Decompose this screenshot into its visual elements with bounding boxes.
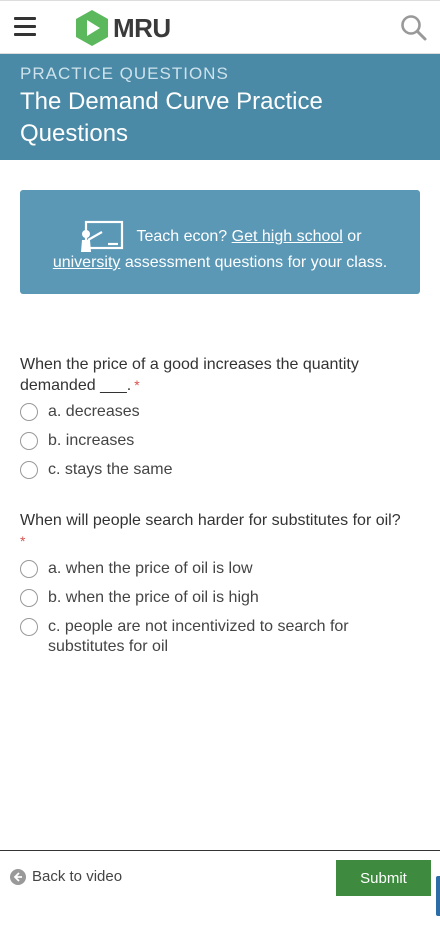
high-school-link[interactable]: Get high school: [232, 228, 343, 246]
edge-widget-tab[interactable]: [436, 876, 440, 916]
option-label: c. people are not incentivized to search…: [48, 618, 349, 655]
radio-button[interactable]: [20, 432, 38, 450]
radio-button[interactable]: [20, 618, 38, 636]
option-label: c. stays the same: [48, 461, 173, 478]
footer-divider: [0, 850, 440, 851]
q1-option-a[interactable]: a. decreases: [20, 402, 388, 422]
promo-text-after: assessment questions for your class.: [120, 254, 388, 271]
q2-option-b[interactable]: b. when the price of oil is high: [20, 588, 388, 608]
page-title: The Demand Curve Practice Questions: [20, 88, 323, 147]
radio-button[interactable]: [20, 560, 38, 578]
logo-text: MRU: [113, 12, 171, 43]
section-eyebrow: PRACTICE QUESTIONS: [20, 64, 229, 83]
radio-button[interactable]: [20, 589, 38, 607]
radio-button[interactable]: [20, 461, 38, 479]
option-label: b. when the price of oil is high: [48, 589, 259, 606]
radio-button[interactable]: [20, 403, 38, 421]
play-hexagon-icon: [76, 10, 108, 46]
q1-option-b[interactable]: b. increases: [20, 431, 388, 451]
mru-logo[interactable]: MRU: [75, 9, 171, 47]
q2-option-a[interactable]: a. when the price of oil is low: [20, 559, 388, 579]
page-header: PRACTICE QUESTIONS The Demand Curve Prac…: [0, 54, 440, 160]
question-1-text: When the price of a good increases the q…: [20, 356, 359, 394]
search-icon[interactable]: [400, 14, 428, 42]
back-to-video-link[interactable]: Back to video: [10, 868, 122, 885]
university-link[interactable]: university: [53, 254, 121, 271]
required-marker: *: [20, 533, 26, 549]
q1-option-c[interactable]: c. stays the same: [20, 460, 388, 480]
arrow-left-circle-icon: [10, 868, 26, 885]
question-2: When will people search harder for subst…: [20, 510, 425, 552]
back-label: Back to video: [32, 868, 123, 885]
option-label: b. increases: [48, 432, 135, 449]
promo-text-or: or: [342, 228, 362, 245]
teacher-promo-box: Teach econ? Get high school or universit…: [20, 190, 420, 294]
promo-text-before: Teach econ?: [136, 228, 232, 245]
submit-button[interactable]: Submit: [336, 860, 431, 896]
q2-option-c[interactable]: c. people are not incentivized to search…: [20, 617, 388, 657]
option-label: a. when the price of oil is low: [48, 560, 253, 577]
teacher-board-icon: [81, 220, 124, 252]
question-1: When the price of a good increases the q…: [20, 354, 425, 396]
question-2-text: When will people search harder for subst…: [20, 512, 401, 529]
hamburger-icon[interactable]: [14, 17, 36, 37]
top-nav-bar: MRU: [0, 0, 440, 54]
required-marker: *: [134, 377, 140, 393]
option-label: a. decreases: [48, 403, 140, 420]
